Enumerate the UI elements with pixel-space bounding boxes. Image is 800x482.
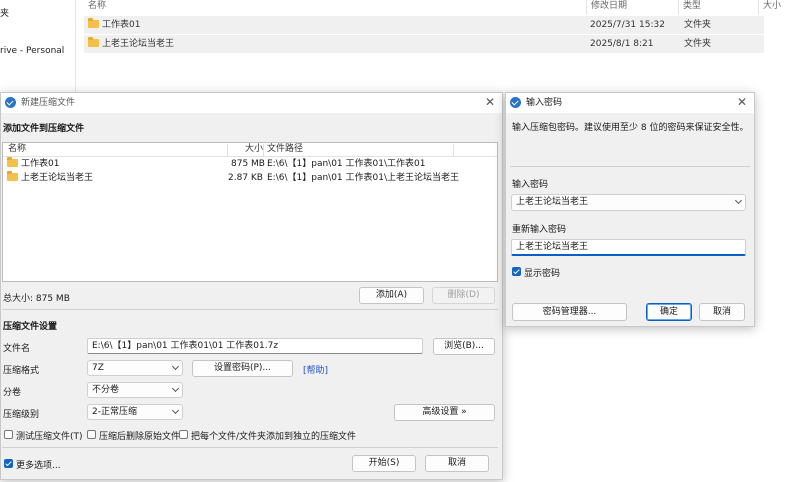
password-dialog-title: 输入密码 — [526, 98, 563, 108]
filename-input[interactable]: E:\6\【1】pan\01 工作表01\01 工作表01.7z — [87, 338, 423, 354]
file-path: E:\6\【1】pan\01 工作表01\上老王论坛当老王 — [267, 173, 459, 183]
format-label: 压缩格式 — [3, 366, 40, 376]
archive-titlebar[interactable]: 新建压缩文件 ✕ — [1, 93, 502, 113]
file-name: 工作表01 — [21, 159, 60, 169]
column-type[interactable]: 类型 — [678, 0, 758, 14]
password-label: 输入密码 — [512, 180, 549, 190]
column-name[interactable]: 名称 — [84, 0, 586, 14]
help-link[interactable]: [帮助] — [303, 363, 328, 376]
password-cancel-button[interactable]: 取消 — [699, 303, 745, 321]
start-button[interactable]: 开始(S) — [352, 455, 416, 472]
file-list[interactable]: 名称 大小 文件路径 工作表01 875 MB E:\6\【1】pan\01 工… — [2, 142, 498, 282]
delete-button[interactable]: 删除(D) — [432, 287, 495, 304]
file-size: 875 MB — [231, 159, 265, 169]
ok-button[interactable]: 确定 — [646, 303, 692, 321]
advanced-settings-button[interactable]: 高级设置 » — [394, 404, 495, 421]
app-icon — [5, 97, 16, 108]
chevron-down-icon — [171, 384, 180, 393]
list-item[interactable]: 工作表01 875 MB E:\6\【1】pan\01 工作表01\工作表01 — [3, 157, 497, 171]
file-list-header: 名称 大小 文件路径 — [3, 143, 497, 157]
row-type: 文件夹 — [684, 39, 712, 49]
row-name: 上老王论坛当老王 — [102, 39, 175, 49]
file-size: 2.87 KB — [228, 173, 263, 183]
row-type: 文件夹 — [684, 20, 712, 30]
password-titlebar[interactable]: 输入密码 ✕ — [506, 93, 754, 113]
more-options-label[interactable]: 更多选项... — [16, 458, 61, 471]
chevron-down-icon — [734, 196, 743, 205]
password-manager-button[interactable]: 密码管理器... — [512, 303, 627, 321]
chevron-down-icon — [171, 406, 180, 415]
column-date[interactable]: 修改日期 — [586, 0, 678, 14]
format-value: 7Z — [92, 363, 104, 373]
password-value: 上老王论坛当老王 — [516, 197, 589, 207]
show-password-label: 显示密码 — [524, 269, 561, 279]
chevron-down-icon — [171, 362, 180, 371]
archive-settings-heading: 压缩文件设置 — [3, 322, 58, 332]
explorer-row[interactable]: 工作表01 2025/7/31 15:32 文件夹 — [84, 16, 764, 34]
confirm-password-input[interactable]: 上老王论坛当老王 — [511, 239, 746, 256]
row-date: 2025/8/1 8:21 — [590, 39, 654, 49]
file-path: E:\6\【1】pan\01 工作表01\工作表01 — [267, 159, 426, 169]
level-value: 2-正常压缩 — [92, 407, 137, 417]
folder-icon — [7, 157, 18, 167]
separate-archives-checkbox[interactable] — [179, 430, 188, 439]
more-options-checkbox[interactable] — [4, 459, 13, 468]
close-icon[interactable]: ✕ — [482, 95, 498, 111]
close-icon[interactable]: ✕ — [734, 95, 750, 111]
show-password-checkbox[interactable] — [512, 267, 521, 276]
file-name: 上老王论坛当老王 — [21, 173, 94, 183]
delete-originals-label: 压缩后删除原始文件 — [99, 432, 181, 442]
add-button[interactable]: 添加(A) — [359, 287, 424, 304]
total-size: 总大小: 875 MB — [3, 294, 70, 304]
row-date: 2025/7/31 15:32 — [590, 20, 665, 30]
app-icon — [510, 97, 521, 108]
header-name[interactable]: 名称 — [8, 143, 26, 156]
header-size[interactable]: 大小 — [245, 143, 263, 156]
sidebar-item-onedrive[interactable]: rive - Personal — [0, 46, 64, 56]
folder-icon — [7, 171, 18, 181]
archive-dialog-title: 新建压缩文件 — [21, 98, 76, 108]
folder-icon — [88, 18, 99, 28]
split-label: 分卷 — [3, 388, 22, 398]
explorer-sidebar: 夹 rive - Personal — [0, 0, 76, 92]
column-size[interactable]: 大小 — [758, 0, 800, 14]
row-name: 工作表01 — [102, 20, 141, 30]
filename-label: 文件名 — [3, 344, 31, 354]
split-select[interactable]: 不分卷 — [87, 382, 183, 398]
browse-button[interactable]: 浏览(B)... — [433, 338, 495, 355]
separate-archives-label: 把每个文件/文件夹添加到独立的压缩文件 — [191, 432, 357, 442]
level-label: 压缩级别 — [3, 410, 40, 420]
sidebar-item-folder[interactable]: 夹 — [0, 6, 9, 19]
explorer-column-header: 名称 修改日期 类型 大小 — [84, 0, 800, 14]
split-value: 不分卷 — [92, 385, 120, 395]
delete-originals-checkbox[interactable] — [87, 430, 96, 439]
password-input[interactable]: 上老王论坛当老王 — [511, 194, 746, 211]
header-path[interactable]: 文件路径 — [267, 143, 303, 156]
archive-cancel-button[interactable]: 取消 — [425, 455, 489, 472]
format-select[interactable]: 7Z — [87, 360, 183, 376]
password-hint: 输入压缩包密码。建议使用至少 8 位的密码来保证安全性。 — [512, 123, 749, 133]
test-archive-label: 测试压缩文件(T) — [16, 432, 83, 442]
test-archive-checkbox[interactable] — [4, 430, 13, 439]
confirm-password-label: 重新输入密码 — [512, 225, 567, 235]
set-password-button[interactable]: 设置密码(P)... — [192, 360, 293, 377]
folder-icon — [88, 37, 99, 47]
list-item[interactable]: 上老王论坛当老王 2.87 KB E:\6\【1】pan\01 工作表01\上老… — [3, 171, 497, 185]
level-select[interactable]: 2-正常压缩 — [87, 404, 183, 420]
add-files-heading: 添加文件到压缩文件 — [3, 124, 85, 134]
explorer-row[interactable]: 上老王论坛当老王 2025/8/1 8:21 文件夹 — [84, 35, 764, 53]
